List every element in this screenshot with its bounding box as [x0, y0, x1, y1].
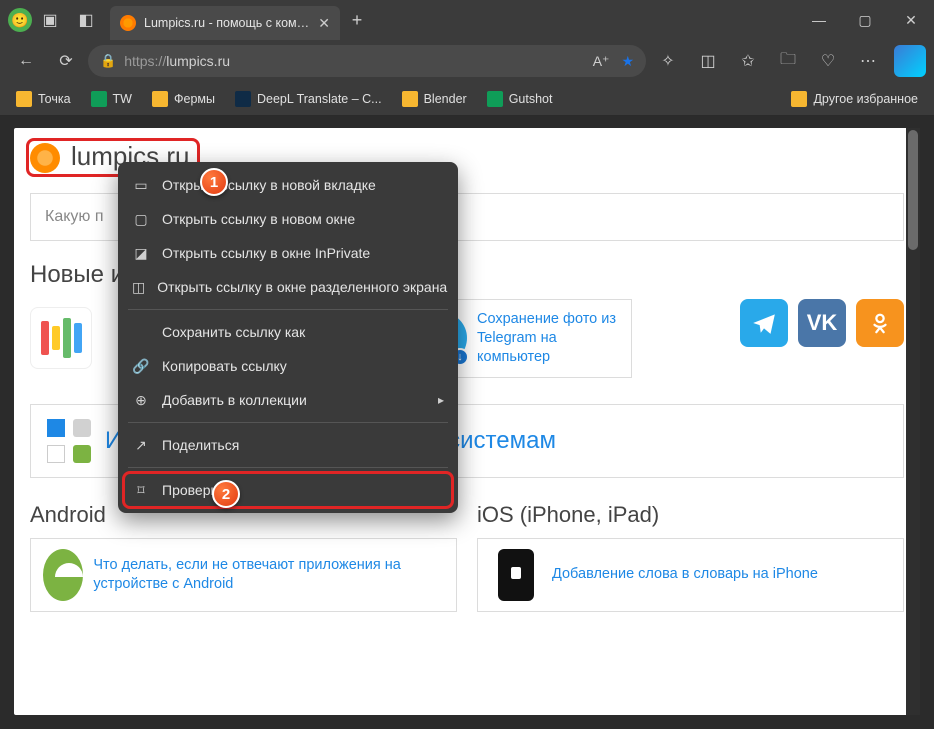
android-article-card[interactable]: Что делать, если не отвечают приложения …	[30, 538, 457, 612]
ios-article-link[interactable]: Добавление слова в словарь на iPhone	[552, 565, 818, 584]
maximize-button[interactable]: ▢	[842, 0, 888, 40]
browser-toolbar: ← ⟳ 🔒 https://lumpics.ru A⁺ ★ ✧ ◫ ✩ 🗀 ♡ …	[0, 40, 934, 82]
bookmark-overflow[interactable]: Другое избранное	[783, 87, 926, 111]
lock-icon: 🔒	[100, 53, 116, 69]
collections-add-icon: ⊕	[132, 392, 150, 409]
annotation-badge-2: 2	[212, 480, 240, 508]
copilot-button[interactable]	[894, 45, 926, 77]
bookmark-item[interactable]: TW	[83, 87, 140, 111]
share-icon: ↗	[132, 437, 150, 454]
bookmarks-bar: Точка TW Фермы DeepL Translate – C... Bl…	[0, 82, 934, 116]
ctx-open-new-tab[interactable]: ▭Открыть ссылку в новой вкладке	[118, 168, 458, 202]
favorites-icon[interactable]: ✩	[730, 45, 766, 77]
ctx-copy-link[interactable]: 🔗Копировать ссылку	[118, 349, 458, 383]
kanban-icon	[30, 307, 92, 369]
context-separator	[128, 309, 448, 310]
social-vk-button[interactable]: VK	[798, 299, 846, 347]
favicon-icon	[120, 15, 136, 31]
address-bar[interactable]: 🔒 https://lumpics.ru A⁺ ★	[88, 45, 646, 77]
bookmark-item[interactable]: Фермы	[144, 87, 223, 111]
ios-heading: iOS (iPhone, iPad)	[477, 502, 904, 528]
inprivate-icon: ◪	[132, 245, 150, 262]
url-text: https://lumpics.ru	[124, 53, 230, 69]
close-tab-icon[interactable]: ✕	[318, 15, 330, 32]
collections-icon[interactable]: 🗀	[770, 45, 806, 77]
new-tab-icon: ▭	[132, 177, 150, 194]
vertical-scrollbar[interactable]	[906, 128, 920, 715]
android-article-link[interactable]: Что делать, если не отвечают приложения …	[93, 556, 444, 594]
context-separator	[128, 467, 448, 468]
ios-article-card[interactable]: Добавление слова в словарь на iPhone	[477, 538, 904, 612]
refresh-button[interactable]: ⟳	[48, 45, 84, 77]
minimize-button[interactable]: ―	[796, 0, 842, 40]
back-button[interactable]: ←	[8, 45, 44, 77]
browser-tab[interactable]: Lumpics.ru - помощь с компьюте ✕	[110, 6, 340, 40]
tab-actions-icon[interactable]: ◧	[68, 10, 104, 30]
bookmark-item[interactable]: Blender	[394, 87, 475, 111]
extensions-icon[interactable]: ✧	[650, 45, 686, 77]
reading-mode-icon[interactable]: A⁺	[593, 53, 610, 70]
new-tab-button[interactable]: +	[340, 10, 374, 31]
split-icon: ◫	[132, 279, 145, 296]
bookmark-item[interactable]: DeepL Translate – C...	[227, 87, 390, 111]
ctx-add-to-collections[interactable]: ⊕Добавить в коллекции▸	[118, 383, 458, 417]
new-window-icon: ▢	[132, 211, 150, 228]
ctx-open-new-window[interactable]: ▢Открыть ссылку в новом окне	[118, 202, 458, 236]
social-telegram-button[interactable]	[740, 299, 788, 347]
os-grid-icon	[47, 419, 91, 463]
android-icon	[43, 549, 83, 601]
ctx-save-link-as[interactable]: Сохранить ссылку как	[118, 315, 458, 349]
inspect-icon: ⌑	[132, 482, 150, 499]
close-window-button[interactable]: ✕	[888, 0, 934, 40]
ctx-open-inprivate[interactable]: ◪Открыть ссылку в окне InPrivate	[118, 236, 458, 270]
ctx-inspect[interactable]: ⌑Проверить	[118, 473, 458, 507]
article-card[interactable]	[30, 299, 110, 378]
annotation-badge-1: 1	[200, 168, 228, 196]
more-menu-icon[interactable]: ⋯	[850, 45, 886, 77]
window-titlebar: 🙂 ▣ ◧ Lumpics.ru - помощь с компьюте ✕ +…	[0, 0, 934, 40]
link-icon: 🔗	[132, 358, 150, 375]
ctx-open-split[interactable]: ◫Открыть ссылку в окне разделенного экра…	[118, 270, 458, 304]
favorite-star-icon[interactable]: ★	[621, 53, 634, 70]
bookmark-item[interactable]: Точка	[8, 87, 79, 111]
bookmark-item[interactable]: Gutshot	[479, 87, 561, 111]
workspaces-icon[interactable]: ▣	[32, 10, 68, 30]
link-context-menu: ▭Открыть ссылку в новой вкладке ▢Открыть…	[118, 162, 458, 513]
article-link[interactable]: Сохранение фото из Telegram на компьютер	[477, 310, 619, 367]
profile-avatar[interactable]: 🙂	[8, 8, 32, 32]
tab-title: Lumpics.ru - помощь с компьюте	[144, 16, 310, 30]
context-separator	[128, 422, 448, 423]
chevron-right-icon: ▸	[438, 393, 444, 407]
ctx-share[interactable]: ↗Поделиться	[118, 428, 458, 462]
split-screen-icon[interactable]: ◫	[690, 45, 726, 77]
iphone-icon	[498, 549, 534, 601]
performance-icon[interactable]: ♡	[810, 45, 846, 77]
scrollbar-thumb[interactable]	[908, 130, 918, 250]
social-ok-button[interactable]	[856, 299, 904, 347]
